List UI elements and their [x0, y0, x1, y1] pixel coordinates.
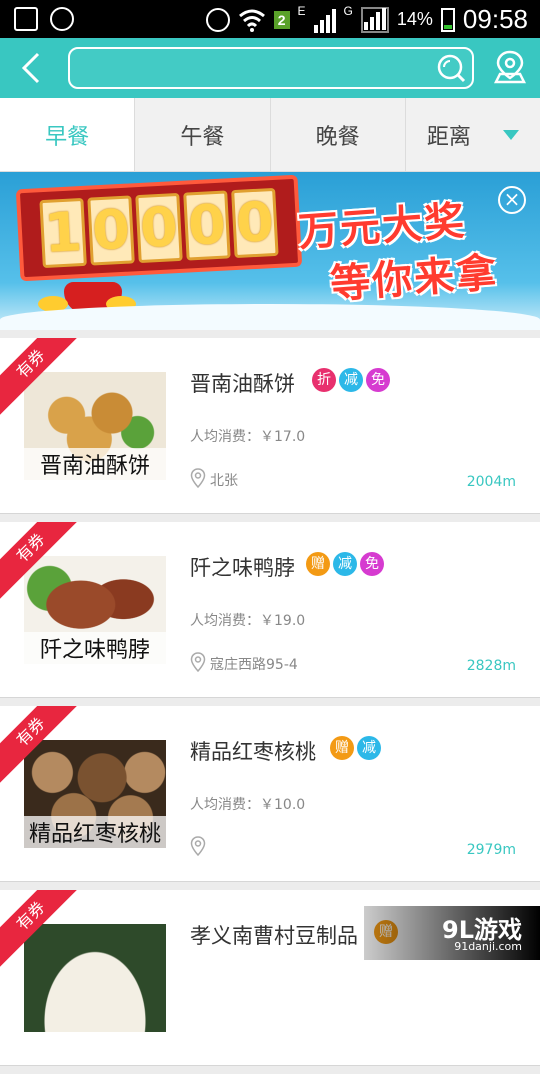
promo-tags: 赠 减 免: [306, 552, 384, 576]
watermark-url: 91danji.com: [454, 940, 522, 953]
promo-banner[interactable]: 1 0 0 0 0 万元大奖 等你来拿 ×: [0, 172, 540, 330]
shop-name: 精品红枣核桃: [190, 736, 316, 766]
location-pin-icon: [190, 836, 206, 856]
shop-name: 孝义南曹村豆制品: [190, 920, 358, 950]
shop-distance: 2979m: [467, 842, 516, 858]
gift-tag: 赠: [330, 736, 354, 760]
list-item[interactable]: 阡之味鸭脖 有券 阡之味鸭脖 赠 减 免 人均消费：￥19.0 寇庄西路95-4…: [0, 522, 540, 698]
free-tag: 免: [366, 368, 390, 392]
signal-icon: [314, 7, 336, 33]
location-pin-icon: [190, 468, 206, 488]
battery-icon: [441, 8, 455, 32]
status-bar: 2 E G 14% 09:58: [0, 0, 540, 38]
signal-icon-2: [361, 7, 389, 33]
avg-spend: 人均消费：￥19.0: [190, 610, 305, 630]
prize-sign: 1 0 0 0 0: [16, 175, 302, 282]
network-e-label: E: [298, 4, 306, 18]
reduce-tag: 减: [357, 736, 381, 760]
battery-percent: 14%: [397, 9, 433, 30]
image-caption: 晋南油酥饼: [24, 448, 166, 480]
free-tag: 免: [360, 552, 384, 576]
search-input[interactable]: [80, 54, 420, 82]
snow-decoration: [0, 304, 540, 330]
tab-label: 晚餐: [316, 119, 360, 151]
shop-distance: 2828m: [467, 658, 516, 674]
shop-name: 阡之味鸭脖: [190, 552, 295, 582]
shop-image: 阡之味鸭脖: [24, 556, 166, 664]
shop-image: 精品红枣核桃: [24, 740, 166, 848]
tab-label: 距离: [427, 119, 471, 151]
wifi-icon: [238, 8, 266, 32]
sim-badge: 2: [274, 11, 290, 29]
reduce-tag: 减: [339, 368, 363, 392]
tab-label: 午餐: [180, 119, 224, 151]
location-icon[interactable]: [492, 48, 528, 88]
meal-tabs: 早餐 午餐 晚餐 距离: [0, 98, 540, 172]
search-box: [68, 47, 474, 89]
tab-breakfast[interactable]: 早餐: [0, 98, 134, 171]
clock: 09:58: [463, 4, 528, 35]
tab-dinner[interactable]: 晚餐: [270, 98, 405, 171]
avg-spend: 人均消费：￥17.0: [190, 426, 305, 446]
tab-lunch[interactable]: 午餐: [134, 98, 269, 171]
shop-address: 北张: [210, 470, 238, 490]
media-icon: [50, 7, 74, 31]
network-g-label: G: [344, 4, 353, 18]
prize-digit: 0: [183, 190, 230, 260]
app-header: [0, 38, 540, 98]
image-caption: 阡之味鸭脖: [24, 632, 166, 664]
image-caption: 精品红枣核桃: [24, 816, 166, 848]
list-item[interactable]: 精品红枣核桃 有券 精品红枣核桃 赠 减 人均消费：￥10.0 2979m: [0, 706, 540, 882]
list-item[interactable]: 晋南油酥饼 有券 晋南油酥饼 折 减 免 人均消费：￥17.0 北张 2004m: [0, 338, 540, 514]
shop-distance: 2004m: [467, 474, 516, 490]
reduce-tag: 减: [333, 552, 357, 576]
shop-image: 晋南油酥饼: [24, 372, 166, 480]
prize-digit: 0: [87, 195, 134, 265]
search-icon[interactable]: [436, 53, 466, 83]
gift-tag: 赠: [306, 552, 330, 576]
avg-spend: 人均消费：￥10.0: [190, 794, 305, 814]
alarm-icon: [206, 8, 230, 32]
promo-tags: 赠 减: [330, 736, 381, 760]
banner-close-button[interactable]: ×: [498, 186, 526, 214]
back-icon[interactable]: [14, 50, 50, 86]
prize-digit: 0: [135, 193, 182, 263]
shop-list: 晋南油酥饼 有券 晋南油酥饼 折 减 免 人均消费：￥17.0 北张 2004m…: [0, 338, 540, 1074]
discount-tag: 折: [312, 368, 336, 392]
site-watermark: 9L游戏 91danji.com: [364, 906, 540, 960]
prize-digit: 1: [39, 198, 86, 268]
banner-subtitle: 等你来拿: [328, 240, 500, 310]
location-pin-icon: [190, 652, 206, 672]
chevron-down-icon: [503, 130, 519, 140]
tab-distance[interactable]: 距离: [405, 98, 540, 171]
gallery-icon: [14, 7, 38, 31]
promo-tags: 折 减 免: [312, 368, 390, 392]
shop-name: 晋南油酥饼: [190, 368, 295, 398]
tab-label: 早餐: [45, 119, 89, 151]
shop-image: [24, 924, 166, 1032]
shop-address: 寇庄西路95-4: [210, 654, 298, 674]
prize-digit: 0: [231, 188, 278, 258]
